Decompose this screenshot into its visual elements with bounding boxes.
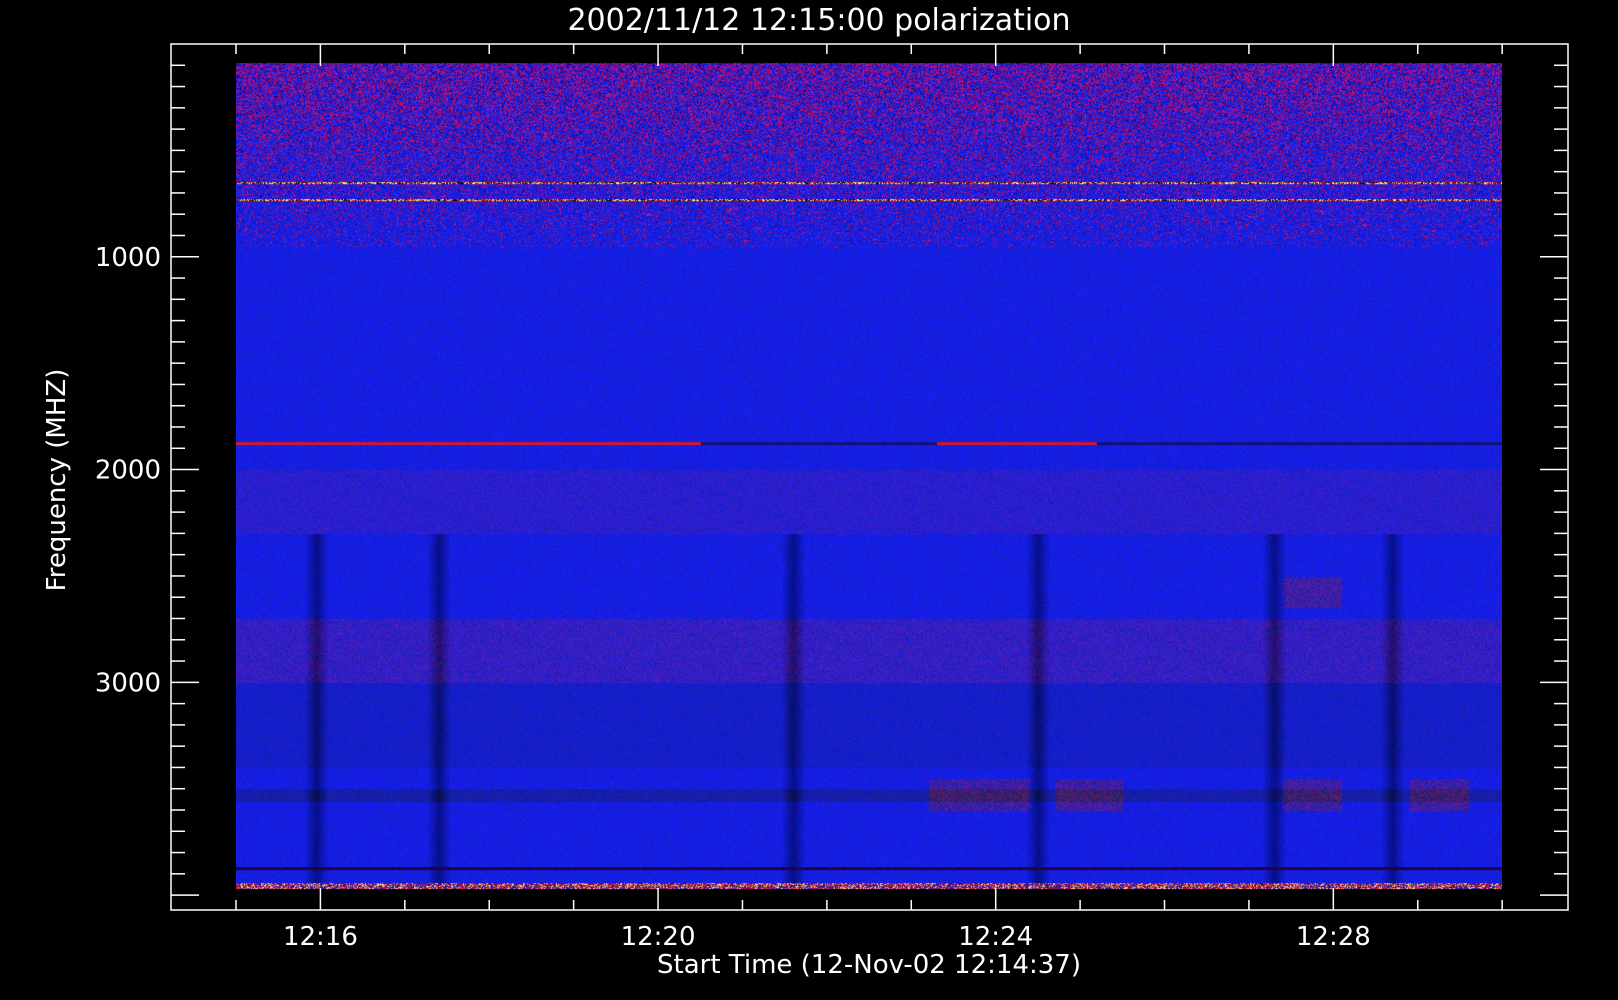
y-axis-title: Frequency (MHZ) [42, 369, 72, 592]
x-tick-label: 12:24 [958, 922, 1033, 952]
x-axis-title: Start Time (12-Nov-02 12:14:37) [657, 950, 1081, 980]
chart-title: 2002/11/12 12:15:00 polarization [567, 3, 1070, 38]
spectrogram-plot: 2002/11/12 12:15:00 polarization 12:16 1… [0, 0, 1618, 1000]
heatmap [235, 63, 1502, 890]
heatmap-image [235, 63, 1502, 890]
x-tick-label: 12:20 [621, 922, 696, 952]
y-tick-label: 2000 [95, 456, 161, 486]
x-tick-label: 12:28 [1296, 922, 1371, 952]
y-tick-label: 3000 [95, 668, 161, 698]
x-tick-label: 12:16 [283, 922, 358, 952]
y-tick-label: 1000 [95, 243, 161, 273]
